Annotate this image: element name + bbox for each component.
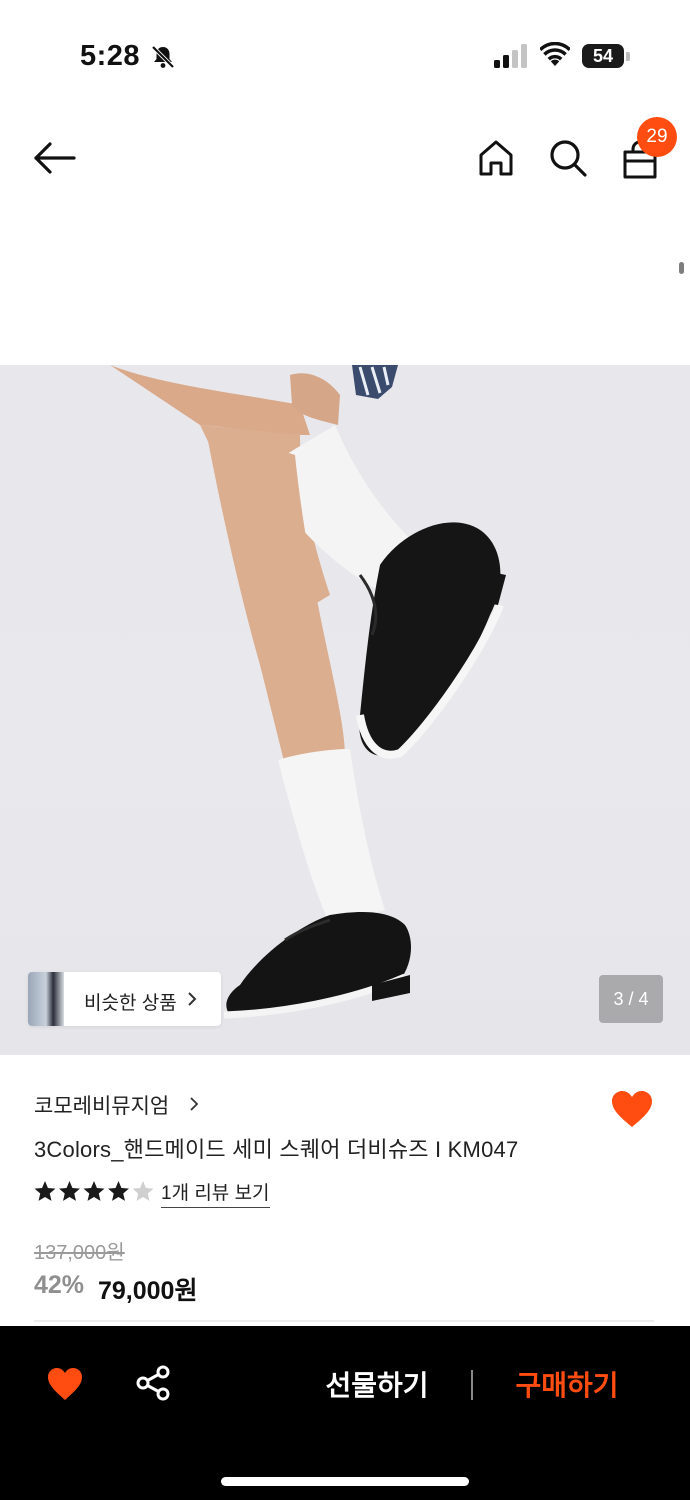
- review-link[interactable]: 1개 리뷰 보기: [161, 1178, 270, 1208]
- top-nav: [0, 110, 690, 210]
- search-icon[interactable]: [548, 138, 588, 178]
- share-icon[interactable]: [134, 1364, 172, 1402]
- divider: [34, 1320, 654, 1322]
- bar-divider: [471, 1370, 473, 1400]
- similar-product-thumbnail: [28, 972, 64, 1026]
- star-filled-icon: [108, 1181, 129, 1201]
- buy-button[interactable]: 구매하기: [502, 1364, 632, 1408]
- status-bar: 5:28 54: [0, 0, 690, 110]
- chevron-right-icon: [188, 992, 197, 1006]
- wishlist-heart-icon[interactable]: [610, 1089, 654, 1129]
- scroll-indicator: [679, 262, 684, 274]
- cart-count-badge[interactable]: 29: [637, 117, 677, 157]
- battery-icon: 54: [582, 44, 630, 68]
- star-empty-icon: [132, 1181, 154, 1201]
- battery-cap: [626, 52, 630, 61]
- brand-link[interactable]: 코모레비뮤지엄: [34, 1090, 169, 1120]
- product-title: 3Colors_핸드메이드 세미 스퀘어 더비슈즈 I KM047: [34, 1137, 519, 1162]
- status-time: 5:28: [80, 40, 141, 72]
- product-photo-illustration: [110, 365, 506, 1019]
- product-image[interactable]: [0, 365, 690, 1055]
- star-filled-icon: [59, 1181, 80, 1201]
- battery-level: 54: [582, 44, 624, 68]
- home-indicator: [221, 1477, 469, 1486]
- back-arrow-icon[interactable]: [32, 138, 78, 178]
- signal-icon: [494, 44, 527, 68]
- original-price: 137,000원: [34, 1242, 125, 1264]
- gift-button[interactable]: 선물하기: [312, 1364, 442, 1408]
- brand-chevron-right-icon: [190, 1097, 199, 1111]
- discount-rate: 42%: [34, 1271, 85, 1299]
- bell-slash-icon: [151, 45, 175, 69]
- heart-icon[interactable]: [46, 1366, 84, 1402]
- rating-stars: [34, 1181, 154, 1201]
- star-filled-icon: [83, 1181, 105, 1201]
- bottom-action-bar: [0, 1326, 690, 1500]
- similar-products-label: 비슷한 상품: [84, 993, 177, 1014]
- star-filled-icon: [34, 1181, 56, 1201]
- home-icon[interactable]: [476, 138, 516, 178]
- sale-price: 79,000원: [98, 1277, 198, 1305]
- wifi-icon: [540, 42, 570, 66]
- image-page-counter: 3 / 4: [599, 975, 663, 1023]
